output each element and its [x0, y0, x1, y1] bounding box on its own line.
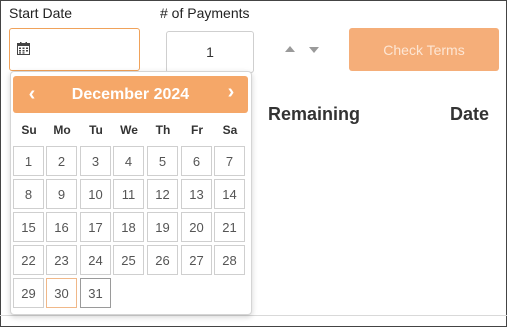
calendar-day[interactable]: 29 [13, 278, 44, 308]
calendar-day[interactable]: 10 [80, 179, 111, 209]
calendar-day[interactable]: 6 [181, 146, 212, 176]
chevron-left-icon[interactable]: ‹ [17, 76, 47, 113]
calendar-day[interactable]: 22 [13, 245, 44, 275]
payments-input[interactable]: 1 [166, 31, 254, 73]
calendar-day[interactable]: 27 [181, 245, 212, 275]
start-date-input[interactable] [9, 28, 140, 71]
calendar-day[interactable]: 17 [80, 212, 111, 242]
datepicker-popup: December 2024 ‹ › Su Mo Tu We Th Fr Sa 1234567… [10, 71, 252, 315]
calendar-day[interactable]: 28 [214, 245, 245, 275]
column-header-remaining: Remaining [268, 104, 361, 124]
calendar-day[interactable]: 31 [80, 278, 111, 308]
calendar-day[interactable]: 18 [113, 212, 144, 242]
calendar-day[interactable]: 12 [147, 179, 178, 209]
calendar-day[interactable]: 30 [46, 278, 77, 308]
calendar-day[interactable]: 11 [113, 179, 144, 209]
calendar-day[interactable]: 2 [46, 146, 77, 176]
column-header-date: Date [450, 104, 490, 124]
calendar-day[interactable]: 24 [80, 245, 111, 275]
calendar-day[interactable]: 3 [80, 146, 111, 176]
start-date-label: Start Date [9, 5, 73, 21]
calendar-day[interactable]: 23 [46, 245, 77, 275]
calendar-day[interactable]: 26 [147, 245, 178, 275]
calendar-day[interactable]: 20 [181, 212, 212, 242]
payments-label: # of Payments [160, 5, 250, 21]
weekday-label: Tu [89, 123, 103, 137]
divider [0, 315, 507, 316]
calendar-day[interactable]: 15 [13, 212, 44, 242]
calendar-day[interactable]: 21 [214, 212, 245, 242]
calendar-day[interactable]: 5 [147, 146, 178, 176]
chevron-right-icon[interactable]: › [216, 74, 246, 111]
weekday-label: Su [21, 123, 37, 137]
weekday-label: Mo [53, 123, 71, 137]
datepicker-month-title: December 2024 [71, 86, 190, 103]
calendar-day[interactable]: 1 [13, 146, 44, 176]
weekday-label: Fr [191, 123, 203, 137]
calendar-day[interactable]: 9 [46, 179, 77, 209]
calendar-day[interactable]: 4 [113, 146, 144, 176]
weekday-label: Th [155, 123, 171, 137]
calendar-day[interactable]: 13 [181, 179, 212, 209]
calendar-day[interactable]: 25 [113, 245, 144, 275]
calendar-day[interactable]: 19 [147, 212, 178, 242]
check-terms-button[interactable]: Check Terms [349, 28, 499, 71]
calendar-day[interactable]: 7 [214, 146, 245, 176]
weekday-label: We [120, 123, 138, 137]
calendar-icon [17, 42, 30, 55]
weekday-label: Sa [222, 123, 238, 137]
triangle-down-icon[interactable] [309, 47, 319, 53]
calendar-day[interactable]: 8 [13, 179, 44, 209]
calendar-day[interactable]: 16 [46, 212, 77, 242]
payments-value: 1 [206, 44, 214, 60]
datepicker-header: December 2024 ‹ › [13, 76, 248, 113]
triangle-up-icon[interactable] [285, 46, 295, 52]
calendar-day[interactable]: 14 [214, 179, 245, 209]
